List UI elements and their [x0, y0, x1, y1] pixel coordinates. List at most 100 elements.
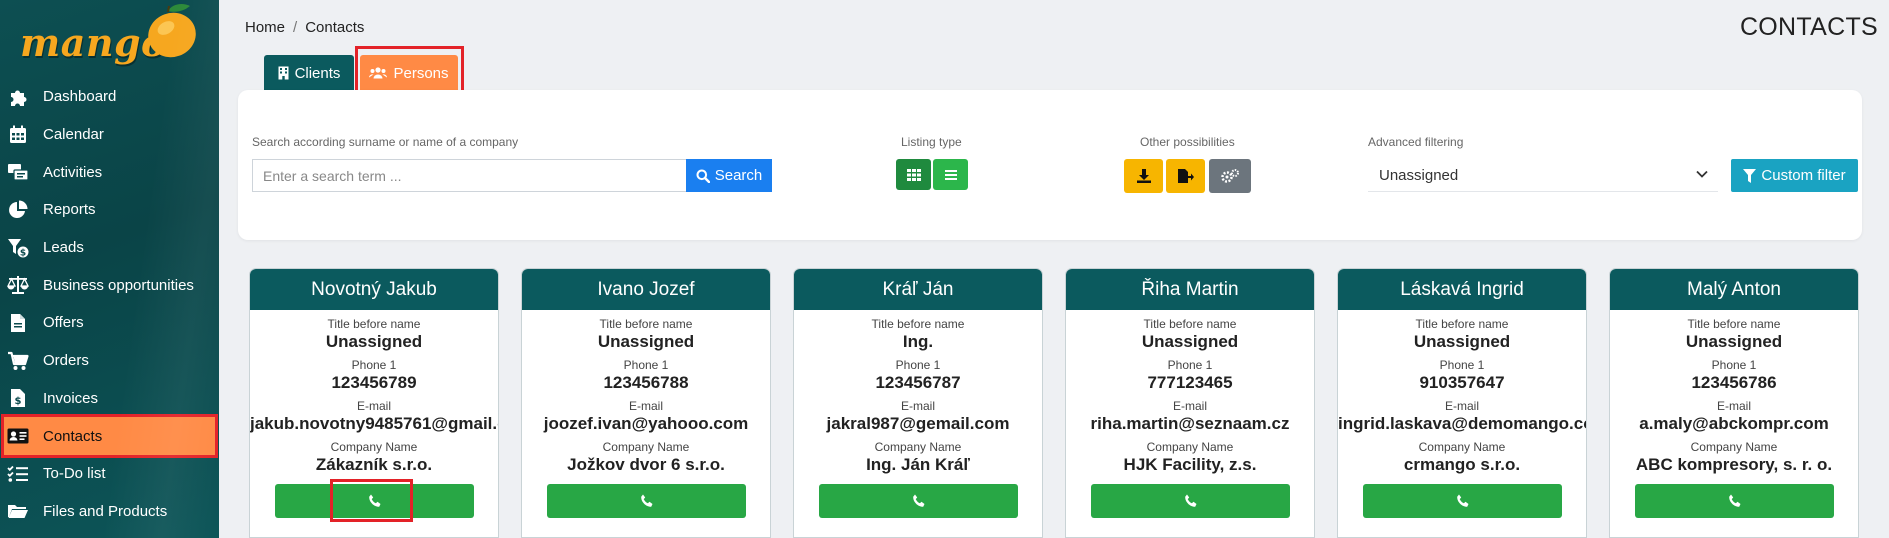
puzzle-icon: [7, 87, 29, 107]
company-label: Company Name: [1418, 440, 1506, 454]
phone-label: Phone 1: [895, 358, 941, 372]
company-label: Company Name: [1146, 440, 1234, 454]
call-button[interactable]: [547, 484, 746, 518]
contact-card: Malý Anton Title before name Unassigned …: [1609, 268, 1859, 538]
contact-name[interactable]: Láskavá Ingrid: [1338, 269, 1586, 310]
phone-label: Phone 1: [1711, 358, 1757, 372]
tab-label: Clients: [294, 64, 341, 82]
phone-label: Phone 1: [1167, 358, 1213, 372]
company-value: Jožkov dvor 6 s.r.o.: [567, 455, 725, 474]
list-view-button[interactable]: [933, 159, 968, 190]
sidebar-item-invoices[interactable]: $ Invoices: [0, 380, 219, 418]
phone-value: 777123465: [1147, 373, 1233, 392]
sidebar-item-orders[interactable]: Orders: [0, 342, 219, 380]
sidebar: mango Dashboard Calendar Activities Repo…: [0, 0, 219, 538]
contact-card: Řiha Martin Title before name Unassigned…: [1065, 268, 1315, 538]
contact-name[interactable]: Řiha Martin: [1066, 269, 1314, 310]
sidebar-item-business-opportunities[interactable]: Business opportunities: [0, 266, 219, 304]
phone-label: Phone 1: [351, 358, 397, 372]
sidebar-item-label: Reports: [43, 201, 96, 219]
custom-filter-label: Custom filter: [1761, 167, 1846, 184]
tab-clients[interactable]: Clients: [264, 55, 354, 91]
title-value: Unassigned: [1685, 332, 1783, 351]
contact-name[interactable]: Novotný Jakub: [250, 269, 498, 310]
email-value: ingrid.laskava@demomango.com: [1338, 414, 1586, 433]
breadcrumb-current: Contacts: [305, 19, 365, 36]
sidebar-item-label: To-Do list: [43, 465, 106, 483]
call-button[interactable]: [819, 484, 1018, 518]
title-label: Title before name: [1415, 317, 1509, 331]
other-possibilities-label: Other possibilities: [1140, 135, 1235, 149]
call-button[interactable]: [1635, 484, 1834, 518]
company-label: Company Name: [330, 440, 418, 454]
search-input[interactable]: [252, 159, 686, 192]
phone-value: 123456788: [603, 373, 689, 392]
sidebar-item-label: Invoices: [43, 389, 99, 407]
advanced-filter-select[interactable]: Unassigned: [1368, 159, 1718, 192]
svg-text:$: $: [20, 248, 26, 258]
search-icon: [696, 169, 710, 183]
email-label: E-mail: [1172, 399, 1207, 413]
activities-icon: [7, 162, 29, 182]
sidebar-item-reports[interactable]: Reports: [0, 191, 219, 229]
custom-filter-button[interactable]: Custom filter: [1731, 159, 1858, 192]
sidebar-item-contacts[interactable]: Contacts: [1, 414, 218, 458]
title-label: Title before name: [1143, 317, 1237, 331]
cart-icon: [7, 351, 29, 371]
company-label: Company Name: [602, 440, 690, 454]
sidebar-item-dashboard[interactable]: Dashboard: [0, 78, 219, 116]
logo[interactable]: mango: [20, 3, 196, 62]
phone-icon: [1728, 494, 1740, 507]
leads-icon: $: [7, 238, 29, 258]
breadcrumb-home-link[interactable]: Home: [245, 19, 285, 36]
download-button[interactable]: [1124, 159, 1163, 193]
sidebar-item-leads[interactable]: $ Leads: [0, 229, 219, 267]
listing-type-label: Listing type: [901, 135, 962, 149]
search-button[interactable]: Search: [686, 159, 772, 192]
contact-name[interactable]: Kráľ Ján: [794, 269, 1042, 310]
email-value: jakral987@gemail.com: [826, 414, 1010, 433]
phone-value: 910357647: [1419, 373, 1505, 392]
checklist-icon: [7, 464, 29, 484]
sidebar-item-files-and-products[interactable]: Files and Products: [0, 493, 219, 531]
phone-value: 123456789: [331, 373, 417, 392]
sidebar-item-label: Dashboard: [43, 88, 117, 106]
email-value: jakub.novotny9485761@gmail.com: [250, 414, 498, 433]
call-button[interactable]: [1091, 484, 1290, 518]
phone-label: Phone 1: [1439, 358, 1485, 372]
title-label: Title before name: [1687, 317, 1781, 331]
scale-icon: [7, 275, 29, 295]
company-value: ABC kompresory, s. r. o.: [1635, 455, 1833, 474]
company-value: Ing. Ján Kráľ: [866, 455, 970, 474]
sidebar-item-label: Contacts: [43, 427, 103, 445]
company-value: Zákazník s.r.o.: [315, 455, 433, 474]
search-button-label: Search: [714, 167, 763, 184]
title-value: Unassigned: [1413, 332, 1511, 351]
company-label: Company Name: [874, 440, 962, 454]
phone-label: Phone 1: [623, 358, 669, 372]
tab-highlight-box: [355, 46, 464, 96]
settings-button[interactable]: [1209, 159, 1251, 193]
advanced-filtering-label: Advanced filtering: [1368, 135, 1464, 149]
phone-value: 123456787: [875, 373, 961, 392]
sidebar-item-offers[interactable]: Offers: [0, 304, 219, 342]
cogs-icon: [1221, 169, 1239, 183]
title-label: Title before name: [327, 317, 421, 331]
grid-view-button[interactable]: [896, 159, 931, 190]
sidebar-item-label: Files and Products: [43, 502, 168, 520]
sidebar-item-activities[interactable]: Activities: [0, 153, 219, 191]
contact-name[interactable]: Malý Anton: [1610, 269, 1858, 310]
sidebar-item-label: Business opportunities: [43, 276, 194, 294]
sidebar-item-calendar[interactable]: Calendar: [0, 116, 219, 154]
contact-name[interactable]: Ivano Jozef: [522, 269, 770, 310]
contact-card: Kráľ Ján Title before name Ing. Phone 1 …: [793, 268, 1043, 538]
mango-fruit-icon: [148, 3, 196, 58]
invoice-icon: $: [7, 388, 29, 408]
call-button[interactable]: [1363, 484, 1562, 518]
company-label: Company Name: [1690, 440, 1778, 454]
sidebar-item-label: Leads: [43, 239, 84, 257]
sidebar-item-todo[interactable]: To-Do list: [0, 455, 219, 493]
export-button[interactable]: [1166, 159, 1205, 193]
title-label: Title before name: [871, 317, 965, 331]
file-export-icon: [1177, 169, 1194, 183]
